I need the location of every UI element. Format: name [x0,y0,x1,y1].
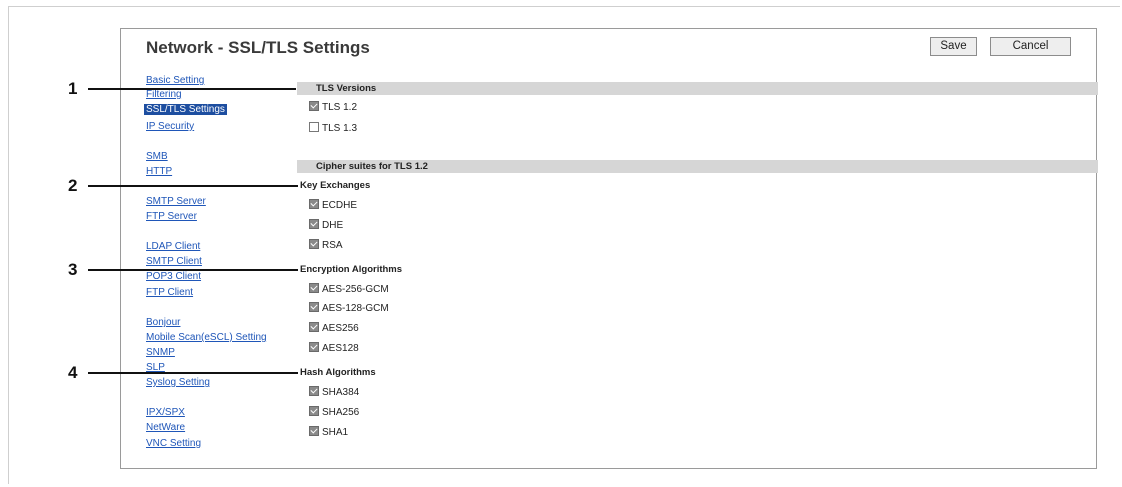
callout-number-3: 3 [68,260,78,279]
nav-link-pop3-client[interactable]: POP3 Client [146,271,201,282]
ecdhe-checkbox[interactable]: ECDHE [309,199,357,212]
checkbox-checked-icon [309,342,319,352]
callout-number-4: 4 [68,363,78,382]
checkbox-checked-icon [309,406,319,416]
nav-link-smtp-client[interactable]: SMTP Client [146,256,202,267]
callout-number-1: 1 [68,79,78,98]
aes256-checkbox[interactable]: AES256 [309,322,359,335]
nav-link-smb[interactable]: SMB [146,151,168,162]
rsa-checkbox[interactable]: RSA [309,239,343,252]
key-exchanges-heading: Key Exchanges [300,180,371,191]
nav-link-vnc[interactable]: VNC Setting [146,438,201,449]
checkbox-checked-icon [309,219,319,229]
checkbox-checked-icon [309,283,319,293]
tls-versions-header: TLS Versions [297,82,1098,95]
callout-line-3 [88,269,298,271]
cancel-button[interactable]: Cancel [990,37,1071,56]
sha256-checkbox[interactable]: SHA256 [309,406,359,419]
aes-256-gcm-checkbox[interactable]: AES-256-GCM [309,283,389,296]
nav-link-mobile-scan[interactable]: Mobile Scan(eSCL) Setting [146,332,267,343]
nav-link-smtp-server[interactable]: SMTP Server [146,196,206,207]
nav-link-http[interactable]: HTTP [146,166,172,177]
nav-link-bonjour[interactable]: Bonjour [146,317,180,328]
nav-link-netware[interactable]: NetWare [146,422,185,433]
nav-link-filtering[interactable]: Filtering [146,89,182,100]
tls-1-2-checkbox[interactable]: TLS 1.2 [309,101,357,114]
nav-link-ip-security[interactable]: IP Security [146,121,194,132]
nav-link-basic-setting[interactable]: Basic Setting [146,75,204,86]
save-button[interactable]: Save [930,37,977,56]
callout-number-2: 2 [68,176,78,195]
encryption-algorithms-heading: Encryption Algorithms [300,264,403,275]
checkbox-checked-icon [309,322,319,332]
checkbox-unchecked-icon [309,122,319,132]
aes128-checkbox[interactable]: AES128 [309,342,359,355]
nav-link-ipx-spx[interactable]: IPX/SPX [146,407,185,418]
checkbox-checked-icon [309,199,319,209]
sha1-checkbox[interactable]: SHA1 [309,426,348,439]
cipher-suites-header: Cipher suites for TLS 1.2 [297,160,1098,173]
aes-128-gcm-checkbox[interactable]: AES-128-GCM [309,302,389,315]
checkbox-checked-icon [309,302,319,312]
callout-line-1 [88,88,296,90]
nav-link-snmp[interactable]: SNMP [146,347,175,358]
callout-line-4 [88,372,298,374]
hash-algorithms-heading: Hash Algorithms [300,367,376,378]
page-title: Network - SSL/TLS Settings [146,38,370,57]
checkbox-checked-icon [309,426,319,436]
nav-link-ftp-server[interactable]: FTP Server [146,211,197,222]
dhe-checkbox[interactable]: DHE [309,219,343,232]
checkbox-checked-icon [309,386,319,396]
nav-link-syslog[interactable]: Syslog Setting [146,377,210,388]
checkbox-checked-icon [309,101,319,111]
sha384-checkbox[interactable]: SHA384 [309,386,359,399]
nav-link-ssl-tls-selected[interactable]: SSL/TLS Settings [144,104,227,115]
checkbox-checked-icon [309,239,319,249]
callout-line-2 [88,185,298,187]
tls-1-3-checkbox[interactable]: TLS 1.3 [309,122,357,135]
nav-link-ftp-client[interactable]: FTP Client [146,287,193,298]
nav-link-ldap-client[interactable]: LDAP Client [146,241,200,252]
